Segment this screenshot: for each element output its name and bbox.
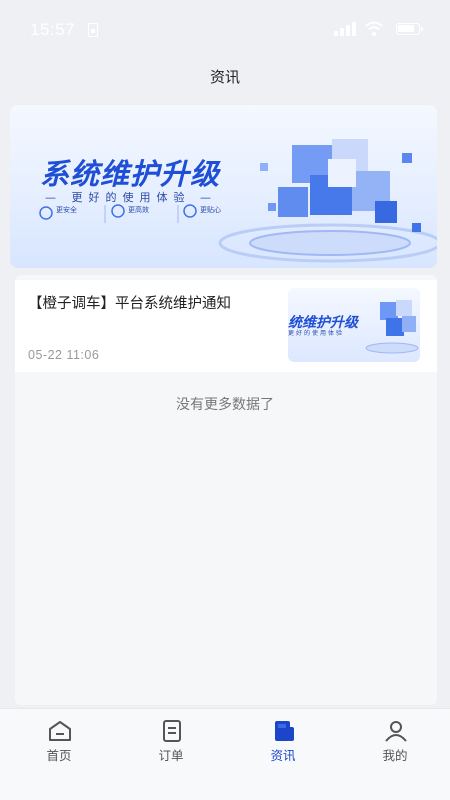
- announcement-banner[interactable]: 系统维护升级 — 更好的使用体验 — 更安全 更高效 更贴心: [10, 105, 437, 268]
- banner-feature-3: 更贴心: [200, 206, 221, 214]
- banner-subtitle: — 更好的使用体验 —: [45, 191, 217, 204]
- banner-feature-1: 更安全: [56, 206, 77, 214]
- tab-news-label: 资讯: [270, 748, 296, 763]
- order-icon: [163, 720, 181, 742]
- page-title: 资讯: [209, 68, 240, 86]
- tab-profile[interactable]: 我的: [339, 709, 450, 800]
- tab-home-label: 首页: [46, 748, 72, 763]
- list-end-text: 没有更多数据了: [176, 397, 274, 413]
- news-icon: [275, 721, 294, 741]
- tab-orders-label: 订单: [158, 748, 184, 763]
- user-icon: [385, 721, 407, 742]
- news-thumbnail[interactable]: 统维护升级 更好的使用体验: [288, 288, 420, 362]
- news-title[interactable]: 【橙子调车】平台系统维护通知: [28, 292, 231, 313]
- wifi-icon: [365, 21, 383, 36]
- sim-icon: [88, 23, 98, 37]
- tab-home[interactable]: 首页: [3, 709, 115, 800]
- tab-profile-label: 我的: [382, 748, 408, 763]
- battery-icon: [396, 23, 423, 35]
- home-icon: [49, 721, 71, 741]
- news-date: 05-22 11:06: [28, 348, 100, 362]
- tab-orders[interactable]: 订单: [115, 709, 227, 800]
- banner-feature-2: 更高效: [128, 206, 149, 214]
- bottom-tabbar: 首页 订单 资讯 我的: [0, 708, 450, 800]
- tab-news[interactable]: 资讯: [227, 709, 339, 800]
- banner-title: 系统维护升级: [40, 157, 221, 191]
- thumbnail-subtitle: 更好的使用体验: [288, 330, 345, 337]
- status-bar: 15:57: [0, 0, 450, 58]
- signal-icon: [334, 22, 356, 36]
- status-time: 15:57: [30, 20, 76, 39]
